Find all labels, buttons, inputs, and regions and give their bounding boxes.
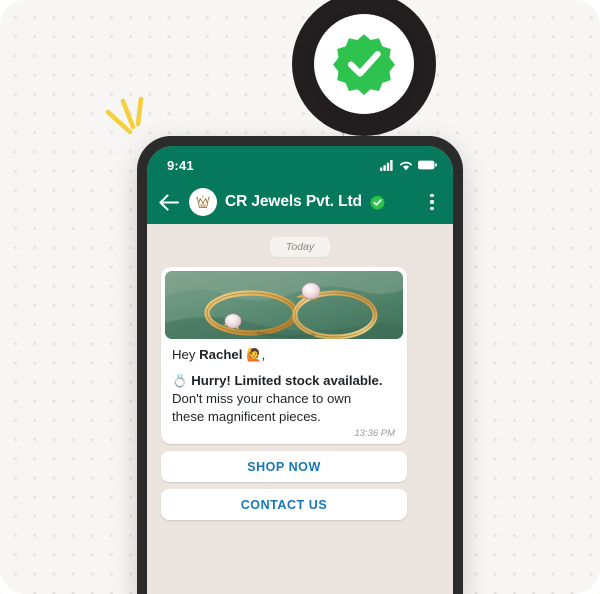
message-headline: 💍 Hurry! Limited stock available.	[172, 372, 396, 391]
phone-screen: 9:41 CR Jewels Pvt. Ltd Today Hey Rachel…	[147, 146, 453, 594]
shop-now-button[interactable]: SHOP NOW	[161, 451, 407, 482]
message-greeting: Hey Rachel 🙋,	[172, 346, 396, 365]
status-bar-clock: 9:41	[167, 157, 194, 173]
contact-name[interactable]: CR Jewels Pvt. Ltd	[225, 193, 362, 211]
crown-logo-icon	[196, 195, 210, 208]
message-bubble: Hey Rachel 🙋, 💍 Hurry! Limited stock ava…	[161, 267, 407, 444]
verified-badge-small	[369, 194, 385, 210]
sparkle-lines-icon	[105, 96, 144, 135]
page-stage: 9:41 CR Jewels Pvt. Ltd Today Hey Rachel…	[0, 0, 600, 594]
verified-check-icon	[369, 194, 385, 210]
status-bar: 9:41	[147, 146, 453, 180]
message-body-line-2: these magnificent pieces.	[172, 408, 321, 424]
waving-person-emoji: 🙋	[246, 348, 262, 362]
phone-mockup: 9:41 CR Jewels Pvt. Ltd Today Hey Rachel…	[137, 136, 463, 594]
verified-check-icon	[333, 34, 395, 95]
avatar[interactable]	[189, 188, 217, 216]
ring-emoji: 💍	[172, 373, 188, 388]
message-body-line-1: Don't miss your chance to own	[172, 391, 352, 406]
verified-badge-large	[314, 14, 414, 114]
text-gap	[172, 365, 396, 372]
greeting-prefix: Hey	[172, 347, 200, 362]
message-text: Hey Rachel 🙋, 💍 Hurry! Limited stock ava…	[165, 339, 403, 427]
chat-body: Today Hey Rachel 🙋, 💍 Hurry! Limited sto…	[147, 224, 453, 594]
cellular-signal-icon	[380, 159, 393, 171]
battery-icon	[418, 160, 437, 170]
status-bar-icons	[380, 159, 437, 171]
back-arrow-icon[interactable]	[157, 190, 181, 214]
product-image[interactable]	[165, 271, 403, 339]
kebab-menu-icon[interactable]	[423, 191, 441, 213]
day-divider-row: Today	[161, 237, 439, 257]
day-divider-chip: Today	[269, 237, 331, 257]
contact-us-button[interactable]: CONTACT US	[161, 489, 407, 520]
greeting-suffix: ,	[261, 347, 266, 362]
wifi-icon	[400, 161, 412, 170]
message-timestamp: 13:36 PM	[354, 428, 395, 439]
headline-text: Hurry! Limited stock available.	[191, 372, 383, 388]
chat-header: CR Jewels Pvt. Ltd	[147, 180, 453, 224]
rings-photo	[165, 271, 403, 339]
greeting-name: Rachel	[199, 347, 243, 362]
